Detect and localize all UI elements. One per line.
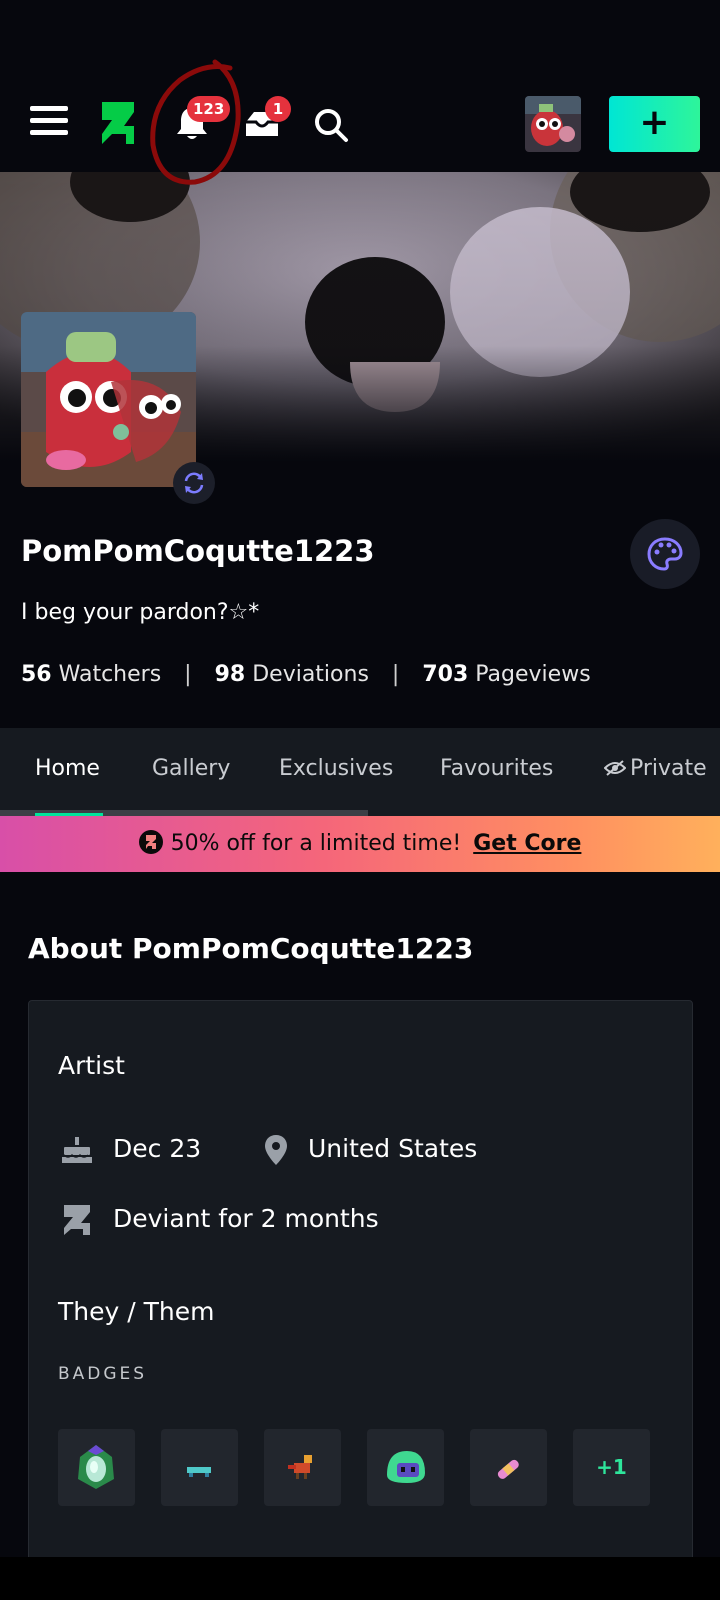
user-avatar[interactable] — [525, 96, 581, 152]
system-nav-bar — [0, 1557, 720, 1600]
eye-off-icon — [603, 760, 627, 776]
profile-stats: 56 Watchers | 98 Deviations | 703 Pagevi… — [21, 662, 591, 687]
core-promo-banner[interactable]: 50% off for a limited time! Get Core — [0, 816, 720, 872]
status-bar — [0, 0, 720, 60]
birthday-cake-icon — [62, 1137, 92, 1163]
badge-bandage[interactable] — [470, 1429, 547, 1506]
tab-private[interactable]: Private — [603, 756, 707, 781]
badge-slime[interactable] — [367, 1429, 444, 1506]
top-nav: 123 1 + — [0, 60, 720, 172]
search-icon[interactable] — [312, 106, 350, 144]
location-text: United States — [308, 1134, 478, 1163]
deviant-duration-text: Deviant for 2 months — [113, 1204, 379, 1233]
promo-text: 50% off for a limited time! — [170, 831, 462, 856]
badge-crystal[interactable] — [58, 1429, 135, 1506]
profile-tabs: Home Gallery Exclusives Favourites Priva… — [0, 728, 720, 816]
stat-watchers[interactable]: 56 Watchers — [21, 662, 161, 687]
notifications-count-badge: 123 — [187, 96, 231, 122]
deviantart-logo[interactable] — [100, 100, 136, 146]
about-title: About PomPomCoqutte1223 — [28, 932, 474, 965]
submit-button[interactable]: + — [609, 96, 700, 152]
profile-username: PomPomCoqutte1223 — [21, 534, 375, 568]
inbox-count-badge: 1 — [265, 96, 291, 122]
tab-gallery[interactable]: Gallery — [152, 756, 230, 781]
core-icon — [138, 830, 163, 854]
badges-label: BADGES — [58, 1364, 148, 1384]
stat-pageviews[interactable]: 703 Pageviews — [422, 662, 590, 687]
tab-home[interactable]: Home — [35, 756, 100, 781]
profile-avatar[interactable] — [21, 312, 196, 487]
profile-tagline: I beg your pardon?☆* — [21, 600, 260, 625]
get-core-link[interactable]: Get Core — [473, 831, 581, 856]
birthday-text: Dec 23 — [113, 1134, 202, 1163]
badge-platform[interactable] — [161, 1429, 238, 1506]
badge-bird[interactable] — [264, 1429, 341, 1506]
change-avatar-button[interactable] — [173, 462, 215, 504]
menu-icon[interactable] — [30, 106, 68, 136]
pronouns-text: They / Them — [58, 1297, 215, 1326]
tab-favourites[interactable]: Favourites — [440, 756, 553, 781]
role-text: Artist — [58, 1051, 125, 1080]
badges-more-button[interactable]: +1 — [573, 1429, 650, 1506]
stat-deviations[interactable]: 98 Deviations — [215, 662, 369, 687]
theme-palette-button[interactable] — [630, 519, 700, 589]
deviantart-icon — [64, 1205, 90, 1235]
tab-exclusives[interactable]: Exclusives — [279, 756, 393, 781]
about-card: Artist Dec 23 United States Deviant for … — [28, 1000, 693, 1580]
location-pin-icon — [265, 1135, 287, 1165]
